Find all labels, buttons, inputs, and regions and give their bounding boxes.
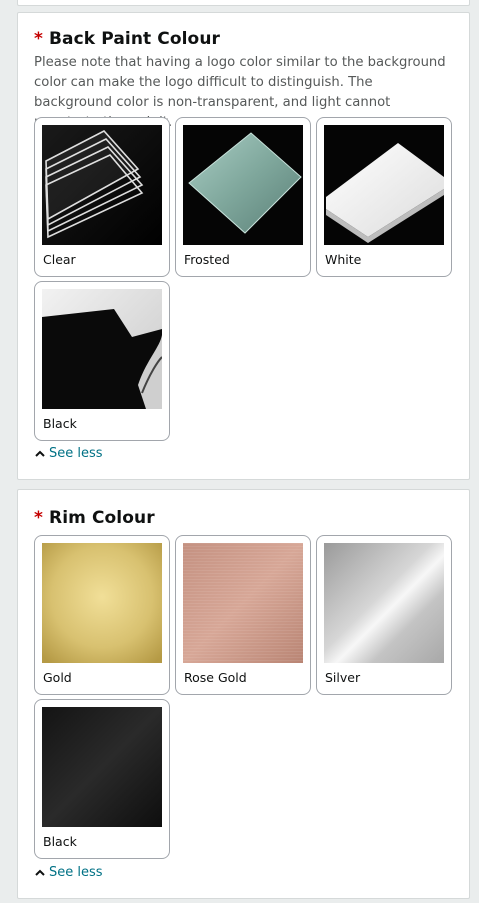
back-paint-card: * Back Paint Colour Please note that havi… <box>17 12 470 480</box>
rim-see-less-label: See less <box>49 865 103 880</box>
back-paint-title-text: Back Paint Colour <box>49 29 221 49</box>
option-white-label: White <box>325 252 362 267</box>
option-silver[interactable]: Silver <box>316 535 452 695</box>
gold-swatch <box>42 543 162 663</box>
rim-see-less-link[interactable]: See less <box>34 865 103 880</box>
option-gold[interactable]: Gold <box>34 535 170 695</box>
chevron-up-icon <box>35 869 45 876</box>
option-clear-label: Clear <box>43 252 76 267</box>
rim-card: * Rim Colour Gold Rose Gold Silver Black… <box>17 489 470 899</box>
option-black-label: Black <box>43 416 77 431</box>
black-metal-swatch <box>42 707 162 827</box>
option-frosted[interactable]: Frosted <box>175 117 311 277</box>
option-black[interactable]: Black <box>34 281 170 441</box>
option-black-rim-label: Black <box>43 834 77 849</box>
option-clear[interactable]: Clear <box>34 117 170 277</box>
option-rose-gold[interactable]: Rose Gold <box>175 535 311 695</box>
option-white[interactable]: White <box>316 117 452 277</box>
rose-gold-swatch <box>183 543 303 663</box>
option-rose-gold-label: Rose Gold <box>184 670 247 685</box>
previous-card <box>17 0 470 6</box>
rim-title-text: Rim Colour <box>49 508 155 528</box>
back-paint-see-less-link[interactable]: See less <box>34 446 103 461</box>
option-frosted-label: Frosted <box>184 252 230 267</box>
frosted-acrylic-swatch <box>183 125 303 245</box>
rim-title: * Rim Colour <box>34 508 155 528</box>
required-marker: * <box>34 29 43 49</box>
option-silver-label: Silver <box>325 670 361 685</box>
option-gold-label: Gold <box>43 670 72 685</box>
required-marker: * <box>34 508 43 528</box>
silver-swatch <box>324 543 444 663</box>
back-paint-title: * Back Paint Colour <box>34 29 220 49</box>
black-acrylic-swatch <box>42 289 162 409</box>
chevron-up-icon <box>35 450 45 457</box>
white-acrylic-swatch <box>324 125 444 245</box>
back-paint-see-less-label: See less <box>49 446 103 461</box>
option-black-rim[interactable]: Black <box>34 699 170 859</box>
clear-acrylic-swatch <box>42 125 162 245</box>
